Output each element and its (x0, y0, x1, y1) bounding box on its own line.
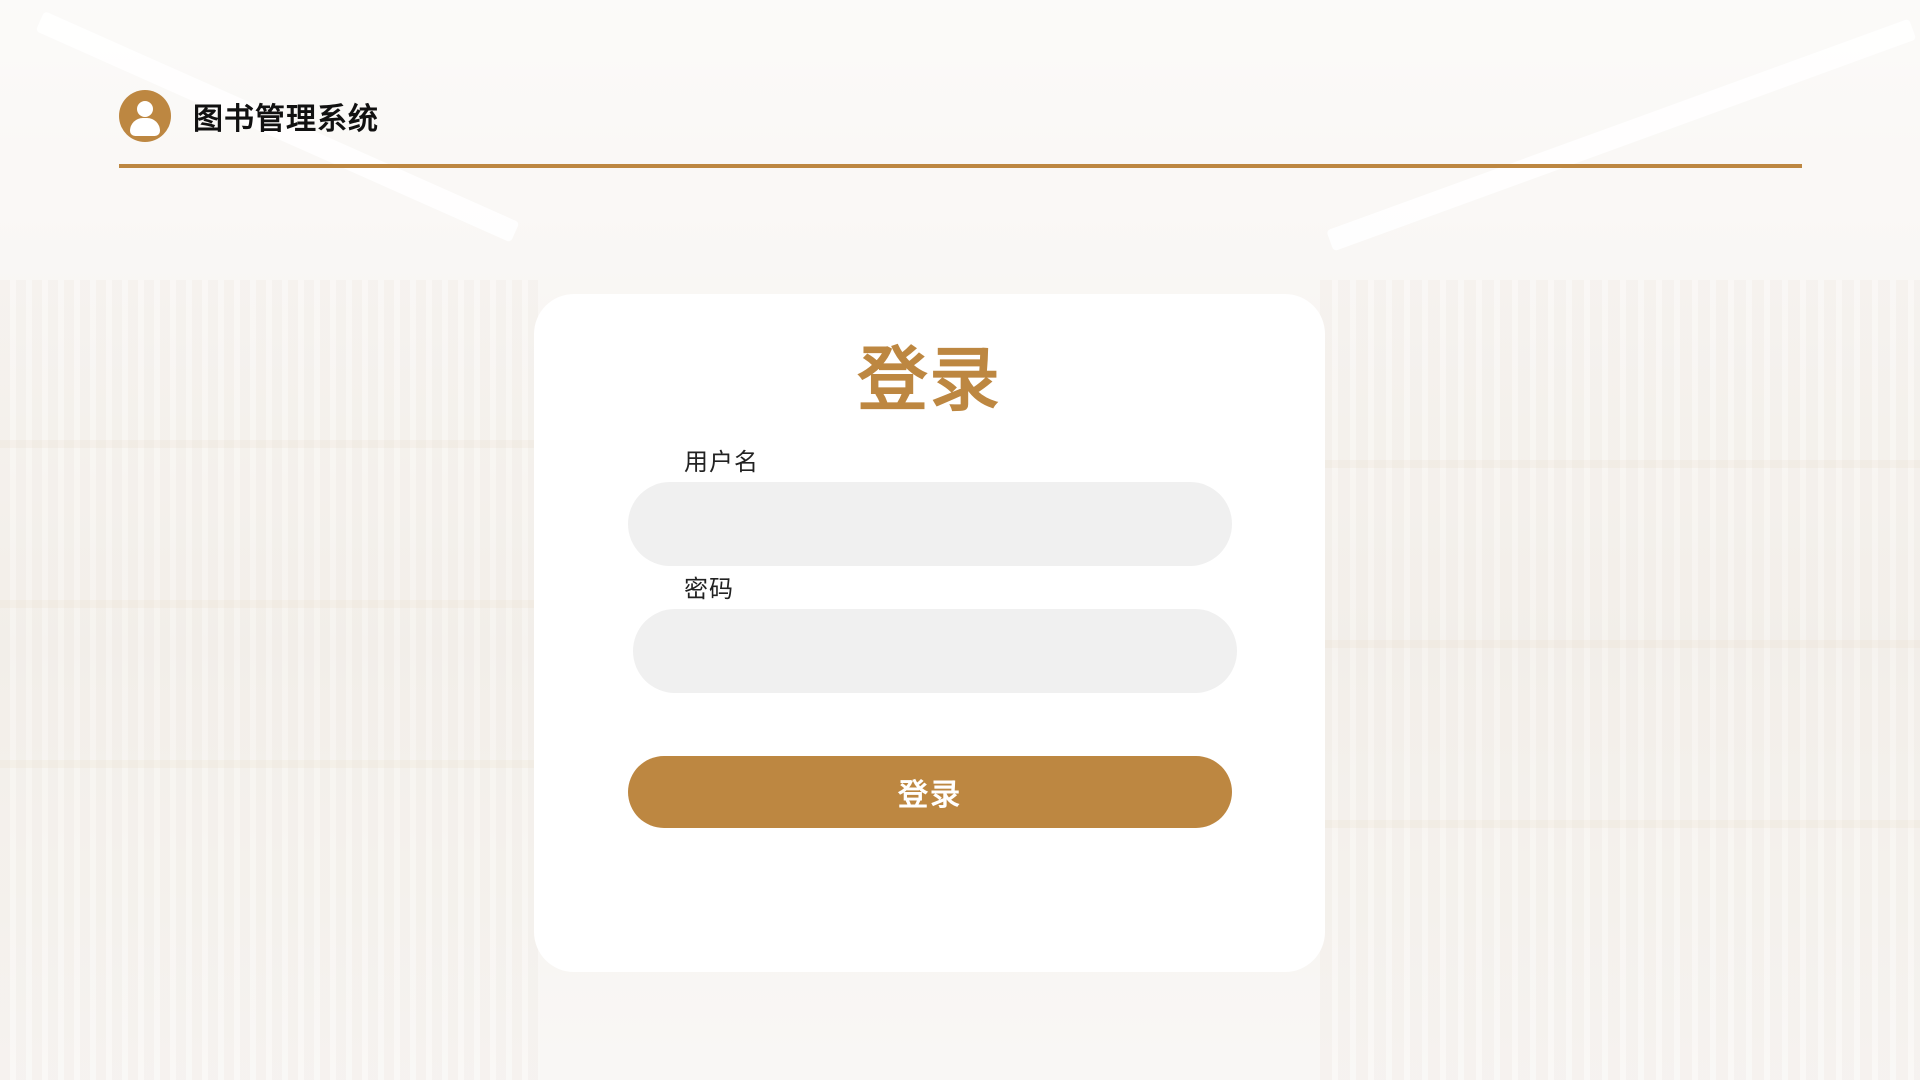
username-label: 用户名 (684, 448, 759, 476)
password-label: 密码 (684, 575, 734, 603)
app-header: 图书管理系统 (119, 86, 379, 146)
header-divider (119, 164, 1802, 168)
user-icon (119, 90, 171, 142)
username-input[interactable] (628, 482, 1232, 566)
login-title: 登录 (857, 339, 1002, 421)
login-button[interactable]: 登录 (628, 756, 1232, 828)
password-input[interactable] (633, 609, 1237, 693)
login-card: 登录 用户名 密码 登录 (534, 294, 1325, 972)
app-title: 图书管理系统 (193, 102, 379, 137)
